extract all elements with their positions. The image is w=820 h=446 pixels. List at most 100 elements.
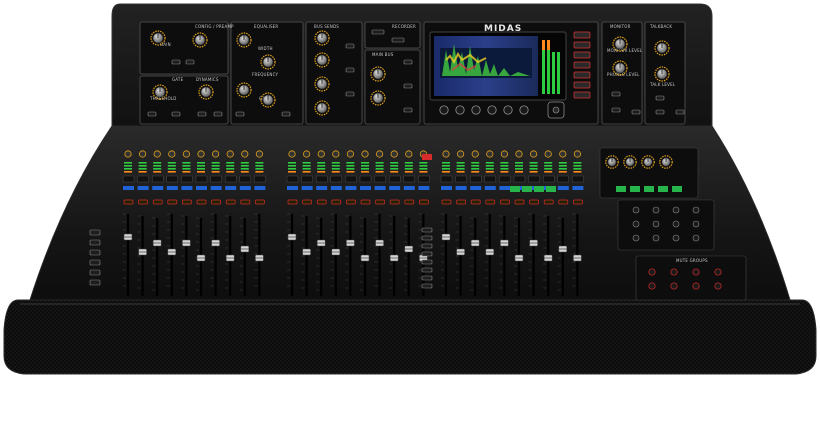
- mute-button[interactable]: [346, 199, 356, 205]
- select-button[interactable]: [330, 186, 342, 190]
- panel-button[interactable]: [281, 111, 291, 117]
- select-button[interactable]: [470, 186, 482, 190]
- channel-knob[interactable]: [317, 150, 325, 158]
- screen-encoder[interactable]: [519, 105, 529, 115]
- channel-knob[interactable]: [361, 150, 369, 158]
- mute-button[interactable]: [138, 199, 148, 205]
- select-button[interactable]: [287, 186, 298, 190]
- channel-knob[interactable]: [375, 150, 384, 158]
- screen-button[interactable]: [573, 31, 591, 39]
- mute-button[interactable]: [123, 199, 134, 205]
- mute-group-button[interactable]: [692, 268, 700, 276]
- panel-button[interactable]: [655, 109, 665, 115]
- panel-button[interactable]: [89, 269, 101, 276]
- assign-key[interactable]: [692, 220, 700, 228]
- mute-button[interactable]: [167, 199, 178, 205]
- assign-button[interactable]: [534, 186, 544, 192]
- assign-key[interactable]: [692, 206, 700, 214]
- channel-knob[interactable]: [515, 150, 523, 158]
- panel-button[interactable]: [421, 283, 433, 289]
- screen-button[interactable]: [573, 81, 591, 89]
- panel-button[interactable]: [655, 95, 665, 101]
- channel-knob[interactable]: [124, 150, 132, 158]
- select-button[interactable]: [345, 186, 357, 190]
- select-button[interactable]: [210, 186, 222, 190]
- mute-button[interactable]: [255, 199, 265, 205]
- panel-button[interactable]: [403, 59, 413, 65]
- custom-assign-button[interactable]: [616, 186, 626, 192]
- channel-knob[interactable]: [153, 150, 161, 158]
- panel-button[interactable]: [421, 227, 433, 233]
- select-button[interactable]: [441, 186, 452, 190]
- mute-button[interactable]: [240, 199, 251, 205]
- select-button[interactable]: [455, 186, 467, 190]
- panel-button[interactable]: [611, 91, 621, 97]
- assign-key[interactable]: [652, 220, 660, 228]
- mute-button[interactable]: [404, 199, 415, 205]
- panel-button[interactable]: [89, 259, 101, 266]
- screen-button[interactable]: [573, 41, 591, 49]
- screen-button[interactable]: [573, 61, 591, 69]
- select-button[interactable]: [123, 186, 134, 190]
- channel-knob[interactable]: [197, 150, 205, 158]
- panel-button[interactable]: [89, 229, 101, 236]
- panel-button[interactable]: [345, 91, 355, 97]
- mute-group-button[interactable]: [648, 282, 656, 290]
- select-button[interactable]: [499, 186, 511, 190]
- mute-button[interactable]: [182, 199, 192, 205]
- select-button[interactable]: [181, 186, 193, 190]
- channel-knob[interactable]: [241, 150, 249, 158]
- assign-key[interactable]: [652, 206, 660, 214]
- mute-button[interactable]: [441, 199, 452, 205]
- mute-group-button[interactable]: [670, 268, 678, 276]
- select-button[interactable]: [254, 186, 266, 190]
- screen-encoder[interactable]: [503, 105, 513, 115]
- mute-button[interactable]: [389, 199, 400, 205]
- panel-button[interactable]: [89, 279, 101, 286]
- mute-button[interactable]: [152, 199, 163, 205]
- screen-button[interactable]: [573, 51, 591, 59]
- panel-button[interactable]: [421, 275, 433, 281]
- panel-button[interactable]: [147, 111, 157, 117]
- mute-button[interactable]: [419, 199, 429, 205]
- screen-button[interactable]: [573, 71, 591, 79]
- mute-button[interactable]: [500, 199, 510, 205]
- panel-button[interactable]: [171, 111, 181, 117]
- screen-button[interactable]: [573, 91, 591, 99]
- panel-button[interactable]: [421, 235, 433, 241]
- channel-knob[interactable]: [182, 150, 190, 158]
- channel-knob[interactable]: [573, 150, 582, 158]
- select-button[interactable]: [403, 186, 415, 190]
- mute-button[interactable]: [302, 199, 312, 205]
- screen-encoder[interactable]: [455, 105, 465, 115]
- select-button[interactable]: [137, 186, 149, 190]
- channel-knob[interactable]: [390, 150, 398, 158]
- panel-button[interactable]: [421, 267, 433, 273]
- mute-button[interactable]: [225, 199, 236, 205]
- mute-button[interactable]: [331, 199, 342, 205]
- select-button[interactable]: [360, 186, 371, 190]
- assign-button[interactable]: [522, 186, 532, 192]
- channel-knob[interactable]: [471, 150, 479, 158]
- assign-key[interactable]: [632, 220, 640, 228]
- channel-knob[interactable]: [288, 150, 296, 158]
- panel-button[interactable]: [675, 109, 685, 115]
- assign-key[interactable]: [692, 234, 700, 242]
- mute-button[interactable]: [375, 199, 385, 205]
- panel-button[interactable]: [213, 111, 223, 117]
- panel-button[interactable]: [89, 239, 101, 246]
- panel-button[interactable]: [421, 243, 433, 249]
- master-mute-button[interactable]: [422, 154, 432, 160]
- panel-button[interactable]: [185, 59, 195, 65]
- channel-knob[interactable]: [302, 150, 311, 158]
- assign-key[interactable]: [672, 206, 680, 214]
- channel-knob[interactable]: [500, 150, 508, 158]
- enter-button[interactable]: [552, 106, 560, 114]
- assign-key[interactable]: [672, 234, 680, 242]
- mute-button[interactable]: [470, 199, 481, 205]
- channel-knob[interactable]: [346, 150, 354, 158]
- custom-assign-button[interactable]: [644, 186, 654, 192]
- select-button[interactable]: [196, 186, 207, 190]
- channel-knob[interactable]: [442, 150, 450, 158]
- assign-key[interactable]: [672, 220, 680, 228]
